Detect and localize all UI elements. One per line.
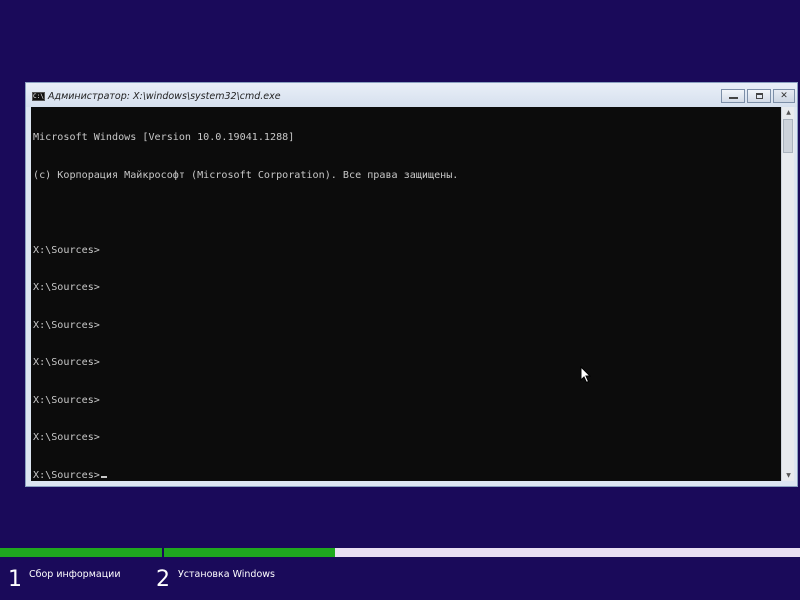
maximize-button[interactable] <box>747 89 771 103</box>
progress-segment-step-1 <box>0 548 162 557</box>
window-titlebar[interactable]: C:\ Администратор: X:\windows\system32\c… <box>26 83 797 107</box>
console-line: X:\Sources> <box>33 394 100 406</box>
cmd-icon[interactable]: C:\ <box>32 92 45 101</box>
console-line: Microsoft Windows [Version 10.0.19041.12… <box>33 132 295 143</box>
console-line: X:\Sources> <box>33 319 100 331</box>
step-2-number: 2 <box>156 567 170 592</box>
scroll-up-icon[interactable]: ▲ <box>784 108 793 117</box>
step-2-label: Установка Windows <box>178 569 275 580</box>
maximize-icon <box>756 93 763 99</box>
scroll-thumb[interactable] <box>783 119 793 153</box>
progress-segment-step-2 <box>164 548 335 557</box>
cmd-window[interactable]: C:\ Администратор: X:\windows\system32\c… <box>25 82 798 487</box>
console-line: X:\Sources> <box>33 357 100 368</box>
step-1-number: 1 <box>8 567 22 592</box>
desktop-background: { "window": { "title": "Администратор: X… <box>0 0 800 600</box>
console-line: X:\Sources> <box>33 282 100 293</box>
console-line: X:\Sources> <box>33 432 100 443</box>
console-prompt-line[interactable]: X:\Sources> <box>33 470 458 482</box>
mouse-pointer-icon <box>580 366 592 384</box>
vertical-scrollbar[interactable]: ▲ ▼ <box>781 107 794 481</box>
window-controls: ✕ <box>719 89 795 104</box>
scroll-down-icon[interactable]: ▼ <box>784 471 793 480</box>
window-title: Администратор: X:\windows\system32\cmd.e… <box>48 91 281 102</box>
step-1-label: Сбор информации <box>29 569 121 580</box>
minimize-button[interactable] <box>721 89 745 103</box>
setup-steps: 1 Сбор информации 2 Установка Windows <box>0 560 800 600</box>
close-icon: ✕ <box>780 91 788 101</box>
console-text: Microsoft Windows [Version 10.0.19041.12… <box>33 107 458 481</box>
console-prompt: X:\Sources> <box>33 469 100 481</box>
close-button[interactable]: ✕ <box>773 89 795 103</box>
console-line: X:\Sources> <box>33 244 100 256</box>
console-line: (c) Корпорация Майкрософт (Microsoft Cor… <box>33 169 459 181</box>
console-output[interactable]: Microsoft Windows [Version 10.0.19041.12… <box>31 107 781 481</box>
text-cursor <box>100 475 107 478</box>
minimize-icon <box>729 97 738 99</box>
setup-progress-bar <box>0 548 800 557</box>
